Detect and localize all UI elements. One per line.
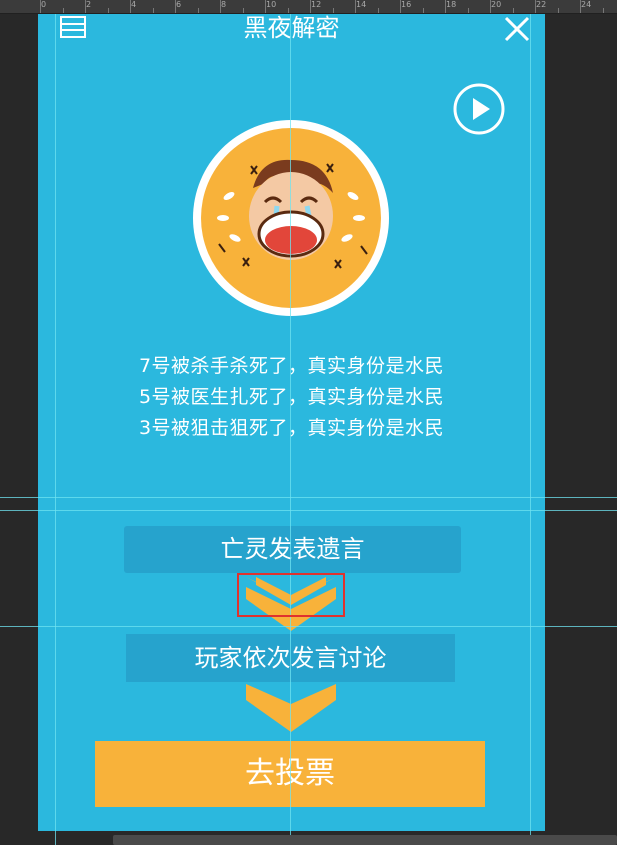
ruler-number: 2: [86, 0, 92, 9]
ruler-tick: [62, 8, 64, 13]
ruler-number: 14: [356, 0, 367, 9]
phone-canvas: 黑夜解密 7号被杀手杀死了，真实身份是水民 5号被医生扎死了，真实身份是水民 3…: [38, 14, 545, 831]
selection-rectangle[interactable]: [237, 573, 345, 617]
ruler-tick: [377, 8, 379, 13]
ruler-number: 10: [266, 0, 277, 9]
close-icon[interactable]: [503, 15, 531, 43]
ruler-tick: [467, 8, 469, 13]
ruler-tick: [400, 0, 401, 13]
death-message: 5号被医生扎死了，真实身份是水民: [138, 386, 445, 408]
ruler-tick: [310, 0, 311, 13]
ruler-tick: [130, 0, 131, 13]
ruler-number: 20: [491, 0, 502, 9]
crying-face-icon: [193, 120, 389, 316]
guide-line: [0, 626, 617, 627]
death-message: 7号被杀手杀死了，真实身份是水民: [138, 355, 445, 377]
guide-line: [55, 14, 56, 845]
ruler-number: 4: [131, 0, 137, 9]
ruler-tick: [242, 8, 244, 13]
ruler-tick: [220, 0, 221, 13]
horizontal-ruler: 0 2 4 6 8 10 12 14 16 18 20 22 24: [0, 0, 617, 14]
ruler-number: 18: [446, 0, 457, 9]
ruler-tick: [265, 0, 266, 13]
ruler-number: 8: [221, 0, 227, 9]
ruler-tick: [557, 8, 559, 13]
ruler-number: 6: [176, 0, 182, 9]
ruler-number: 22: [536, 0, 547, 9]
ruler-tick: [332, 8, 334, 13]
ruler-number: 12: [311, 0, 322, 9]
ruler-tick: [287, 8, 289, 13]
guide-line: [290, 14, 291, 845]
arrow-down-icon: [246, 684, 336, 732]
play-icon[interactable]: [453, 83, 505, 135]
ruler-tick: [580, 0, 581, 13]
ruler-tick: [175, 0, 176, 13]
ruler-tick: [355, 0, 356, 13]
guide-line: [0, 497, 617, 498]
guide-line: [0, 510, 617, 511]
ruler-tick: [40, 0, 41, 13]
death-message: 3号被狙击狙死了，真实身份是水民: [138, 417, 445, 439]
ruler-tick: [107, 8, 109, 13]
ruler-tick: [602, 8, 604, 13]
ruler-tick: [197, 8, 199, 13]
ruler-tick: [535, 0, 536, 13]
ruler-tick: [422, 8, 424, 13]
stage-last-words: 亡灵发表遗言: [124, 526, 461, 573]
guide-line: [530, 14, 531, 845]
horizontal-scrollbar[interactable]: [113, 835, 617, 845]
ruler-number: 24: [581, 0, 592, 9]
ruler-tick: [490, 0, 491, 13]
page-title: 黑夜解密: [243, 14, 340, 42]
death-messages: 7号被杀手杀死了，真实身份是水民 5号被医生扎死了，真实身份是水民 3号被狙击狙…: [38, 351, 545, 444]
ruler-number: 16: [401, 0, 412, 9]
ruler-tick: [152, 8, 154, 13]
ruler-tick: [445, 0, 446, 13]
ruler-tick: [512, 8, 514, 13]
ruler-tick: [85, 0, 86, 13]
ruler-number: 0: [41, 0, 47, 9]
